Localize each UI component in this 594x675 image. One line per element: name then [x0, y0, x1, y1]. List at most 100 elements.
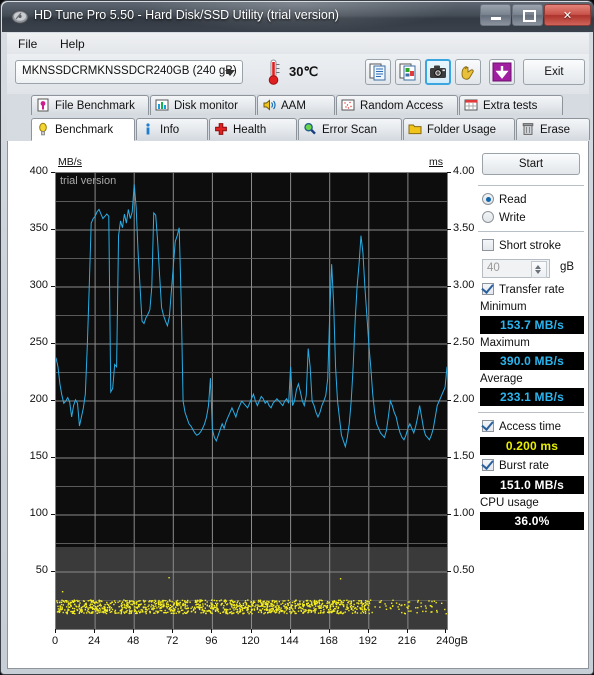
x-tick-mark: [94, 629, 96, 633]
tab-label: Folder Usage: [427, 123, 497, 136]
checkbox-icon: [482, 239, 494, 251]
maximize-button[interactable]: [512, 4, 543, 26]
settings-button[interactable]: [455, 59, 481, 85]
y2-tick-mark: [447, 343, 451, 344]
gloves-icon: [461, 66, 474, 80]
short-stroke-label: Short stroke: [499, 240, 561, 252]
speaker-icon: [262, 98, 277, 113]
file-benchmark-icon: [36, 98, 51, 113]
y-tick-label: 150: [29, 450, 48, 462]
plot-area: trial version: [55, 172, 448, 630]
x-tick-label: 72: [166, 635, 179, 647]
checkbox-access-time[interactable]: Access time: [482, 420, 561, 436]
checkbox-burst-rate[interactable]: Burst rate: [482, 459, 549, 475]
average-label: Average: [480, 373, 523, 385]
tab-label: AAM: [281, 99, 306, 112]
y-axis-unit-right: ms: [429, 156, 443, 168]
y2-tick-mark: [447, 229, 451, 230]
x-tick-label: 144: [280, 635, 299, 647]
burst-rate-label: Burst rate: [499, 460, 549, 472]
x-tick-label: 0: [51, 635, 59, 647]
purple-down-arrow-icon: [492, 62, 512, 82]
menu-help-label: Help: [60, 37, 85, 51]
chevron-up-icon: [535, 265, 541, 269]
short-stroke-stepper[interactable]: 40: [482, 259, 550, 278]
maximum-label: Maximum: [480, 337, 530, 349]
tab-health[interactable]: Health: [209, 118, 297, 140]
stepper-buttons[interactable]: [531, 261, 547, 278]
x-tick-mark: [289, 629, 291, 633]
y-tick-label: 300: [29, 279, 48, 291]
tab-random-access[interactable]: Random Access: [336, 95, 458, 115]
folder-icon: [408, 122, 423, 137]
y-axis-unit-left: MB/s: [58, 156, 82, 168]
benchmark-chart: MB/s ms trial version 400 350 300 250 200 150…: [8, 141, 475, 661]
minimize-button[interactable]: [480, 4, 511, 26]
maximize-icon: [523, 10, 536, 22]
disk-monitor-icon: [155, 98, 170, 113]
tab-error-scan[interactable]: Error Scan: [298, 118, 402, 140]
checkbox-transfer-rate[interactable]: Transfer rate: [482, 283, 564, 299]
minimize-icon: [491, 17, 501, 20]
copy-text-button[interactable]: [365, 59, 391, 85]
tab-erase[interactable]: Erase: [516, 118, 590, 140]
checkbox-icon: [482, 283, 494, 295]
x-tick-label: 240gB: [436, 635, 468, 647]
window-title: HD Tune Pro 5.50 - Hard Disk/SSD Utility…: [34, 8, 339, 22]
benchmark-panel: MB/s ms trial version 400 350 300 250 200 150…: [7, 141, 589, 669]
tab-label: Random Access: [360, 99, 444, 112]
y-tick-mark: [51, 229, 55, 230]
tab-benchmark[interactable]: Benchmark: [31, 118, 135, 141]
y-tick-mark: [51, 286, 55, 287]
tab-label: Benchmark: [55, 123, 114, 136]
x-tick-label: 216: [397, 635, 417, 647]
copy-image-button[interactable]: [395, 59, 421, 85]
tab-file-benchmark[interactable]: File Benchmark: [31, 95, 149, 115]
y-tick-mark: [51, 457, 55, 458]
maximum-value: 390.0 MB/s: [480, 352, 584, 370]
y-tick-label: 250: [29, 336, 48, 348]
x-tick-label: 24: [87, 635, 101, 647]
x-tick-mark: [172, 629, 174, 633]
screenshot-button[interactable]: [425, 59, 451, 85]
exit-button[interactable]: Exit: [523, 59, 585, 85]
radio-write-icon: [482, 211, 494, 223]
y2-tick-mark: [447, 457, 451, 458]
minimum-label: Minimum: [480, 301, 527, 313]
minimum-value: 153.7 MB/s: [480, 316, 584, 334]
tab-label: Health: [233, 123, 267, 136]
checkbox-short-stroke[interactable]: Short stroke: [482, 239, 561, 255]
drive-select[interactable]: MKNSSDCRMKNSSDCR240GB (240 gB): [15, 60, 243, 84]
y-tick-mark: [51, 400, 55, 401]
start-button[interactable]: Start: [482, 153, 580, 175]
tab-folder-usage[interactable]: Folder Usage: [403, 118, 515, 140]
transfer-rate-label: Transfer rate: [499, 284, 565, 296]
y-tick-label: 200: [29, 393, 48, 405]
x-tick-label: 120: [241, 635, 260, 647]
y2-tick-mark: [447, 400, 451, 401]
tab-info[interactable]: Info: [136, 118, 208, 140]
cpu-usage-value: 36.0%: [480, 512, 584, 530]
radio-read-label: Read: [499, 194, 527, 206]
trial-watermark: trial version: [60, 175, 117, 187]
tab-aam[interactable]: AAM: [257, 95, 335, 115]
menu-file[interactable]: File: [11, 36, 44, 52]
radio-write[interactable]: Write: [482, 211, 526, 227]
average-value: 233.1 MB/s: [480, 388, 584, 406]
radio-read[interactable]: Read: [482, 193, 527, 209]
close-button[interactable]: ✕: [544, 4, 591, 26]
tab-label: Extra tests: [483, 99, 538, 112]
y-tick-label: 50: [35, 564, 48, 576]
tab-extra-tests[interactable]: Extra tests: [459, 95, 563, 115]
camera-icon: [430, 65, 446, 78]
y-tick-mark: [51, 571, 55, 572]
tab-disk-monitor[interactable]: Disk monitor: [150, 95, 256, 115]
menu-help[interactable]: Help: [53, 36, 92, 52]
extra-tests-icon: [464, 98, 479, 113]
burst-rate-value: 151.0 MB/s: [480, 476, 584, 494]
short-stroke-unit: gB: [560, 261, 575, 273]
y2-tick-mark: [447, 514, 451, 515]
app-disk-icon: [11, 10, 29, 24]
save-button[interactable]: [489, 59, 515, 85]
health-cross-icon: [214, 122, 229, 137]
